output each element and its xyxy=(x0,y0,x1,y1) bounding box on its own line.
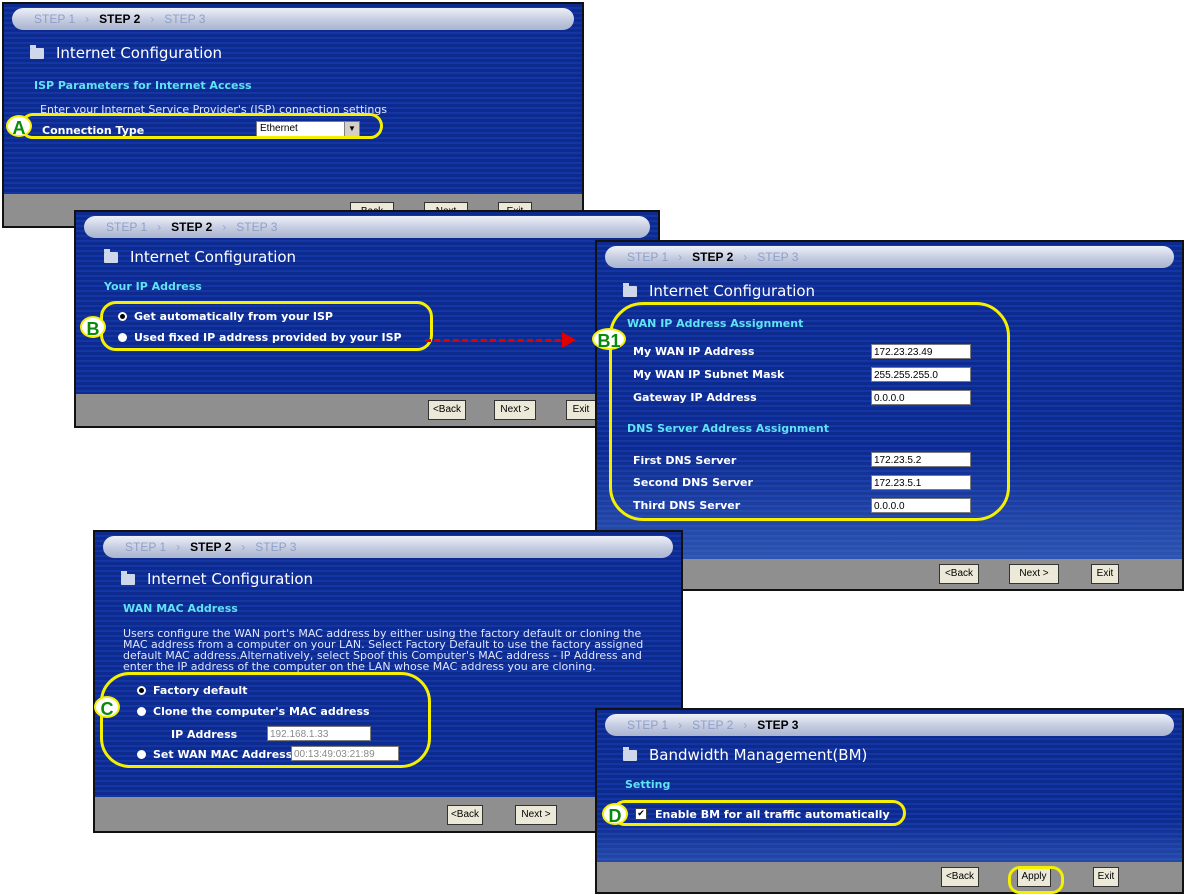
step-3: STEP 3 xyxy=(255,540,297,554)
step-3: STEP 3 xyxy=(164,12,206,26)
step-2: STEP 2 xyxy=(190,540,232,554)
step-1: STEP 1 xyxy=(627,250,669,264)
highlight-ring-d xyxy=(612,800,906,826)
folder-icon xyxy=(623,282,637,297)
step-1: STEP 1 xyxy=(106,220,148,234)
highlight-ring-c xyxy=(100,672,431,768)
page-title: Internet Configuration xyxy=(104,248,296,266)
highlight-ring-b xyxy=(100,301,433,351)
page-title-text: Internet Configuration xyxy=(56,44,223,62)
step-2: STEP 2 xyxy=(171,220,213,234)
exit-button[interactable]: Exit xyxy=(1093,867,1119,887)
step-arrow-icon: › xyxy=(241,540,246,554)
step-bar: STEP 1 › STEP 2 › STEP 3 xyxy=(84,216,650,238)
step-arrow-icon: › xyxy=(150,12,155,26)
button-bar: <Back Next > Exit xyxy=(597,559,1182,589)
callout-badge-c: C xyxy=(94,696,120,719)
step-3: STEP 3 xyxy=(757,250,799,264)
callout-badge-b: B xyxy=(80,316,106,339)
step-2: STEP 2 xyxy=(692,718,734,732)
step-bar: STEP 1 › STEP 2 › STEP 3 xyxy=(103,536,673,558)
section-heading: Setting xyxy=(625,778,671,791)
description-line: enter the IP address of the computer on … xyxy=(123,660,596,673)
page-title-text: Internet Configuration xyxy=(130,248,297,266)
step-arrow-icon: › xyxy=(678,718,683,732)
next-button[interactable]: Next > xyxy=(494,400,536,420)
step-3: STEP 3 xyxy=(236,220,278,234)
button-bar: <Back Next > Exit xyxy=(76,394,658,426)
folder-icon xyxy=(121,570,135,585)
back-button[interactable]: <Back xyxy=(447,805,483,825)
folder-icon xyxy=(623,746,637,761)
back-button[interactable]: <Back xyxy=(939,564,979,584)
step-arrow-icon: › xyxy=(157,220,162,234)
page-title: Bandwidth Management(BM) xyxy=(623,746,867,764)
page-title: Internet Configuration xyxy=(121,570,313,588)
next-button[interactable]: Next > xyxy=(1009,564,1059,584)
step-2: STEP 2 xyxy=(99,12,141,26)
step-1: STEP 1 xyxy=(627,718,669,732)
callout-badge-b1: B1 xyxy=(592,328,626,351)
step-arrow-icon: › xyxy=(743,250,748,264)
step-arrow-icon: › xyxy=(222,220,227,234)
arrow-right-icon xyxy=(562,332,576,348)
highlight-ring-apply xyxy=(1008,866,1064,894)
button-bar: <Back Apply Exit xyxy=(597,862,1182,892)
exit-button[interactable]: Exit xyxy=(1091,564,1119,584)
section-heading: ISP Parameters for Internet Access xyxy=(34,79,252,92)
back-button[interactable]: <Back xyxy=(428,400,466,420)
callout-badge-d: D xyxy=(602,803,628,826)
folder-icon xyxy=(104,248,118,263)
step-arrow-icon: › xyxy=(85,12,90,26)
step-arrow-icon: › xyxy=(678,250,683,264)
dashed-connector-arrow xyxy=(425,339,570,342)
section-heading: Your IP Address xyxy=(104,280,202,293)
next-button[interactable]: Next > xyxy=(515,805,557,825)
folder-icon xyxy=(30,44,44,59)
step-arrow-icon: › xyxy=(743,718,748,732)
back-button[interactable]: <Back xyxy=(941,867,979,887)
step-bar: STEP 1 › STEP 2 › STEP 3 xyxy=(605,246,1174,268)
callout-badge-a: A xyxy=(6,115,32,138)
step-3: STEP 3 xyxy=(757,718,799,732)
step-1: STEP 1 xyxy=(34,12,76,26)
page-title: Internet Configuration xyxy=(623,282,815,300)
button-bar: <Back Next > xyxy=(95,797,681,831)
page-title: Internet Configuration xyxy=(30,44,222,62)
section-heading: WAN MAC Address xyxy=(123,602,238,615)
page-title-text: Bandwidth Management(BM) xyxy=(649,746,868,764)
exit-button[interactable]: Exit xyxy=(566,400,596,420)
page-title-text: Internet Configuration xyxy=(649,282,816,300)
step-bar: STEP 1 › STEP 2 › STEP 3 xyxy=(12,8,574,30)
step-2: STEP 2 xyxy=(692,250,734,264)
highlight-ring-b1 xyxy=(609,302,1010,521)
step-1: STEP 1 xyxy=(125,540,167,554)
highlight-ring-a xyxy=(20,113,383,139)
step-bar: STEP 1 › STEP 2 › STEP 3 xyxy=(605,714,1174,736)
step-arrow-icon: › xyxy=(176,540,181,554)
page-title-text: Internet Configuration xyxy=(147,570,314,588)
